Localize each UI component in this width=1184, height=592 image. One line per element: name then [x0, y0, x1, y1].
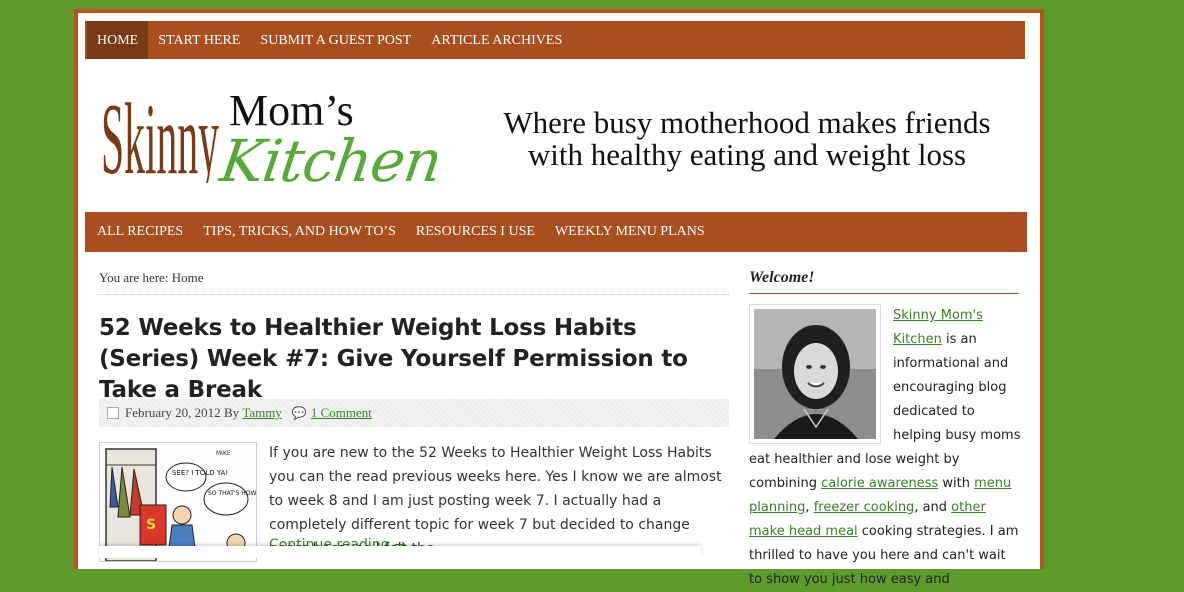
svg-text:S: S — [146, 517, 156, 533]
breadcrumb: You are here: Home — [99, 270, 729, 295]
tagline-line-1: Where busy motherhood makes friends — [503, 105, 991, 140]
nav-home[interactable]: HOME — [87, 21, 149, 59]
site-header: Skinny Mom’s Kitchen Where busy motherho… — [85, 59, 1025, 209]
calendar-icon — [107, 407, 119, 419]
post-meta: February 20, 2012 By Tammy 💬 1 Comment — [99, 399, 729, 427]
freezer-cooking-link[interactable]: freezer cooking — [814, 500, 915, 515]
post-thumbnail[interactable]: S SEE? I TOLD YA! SO THAT'S HOW SHE DOES… — [99, 442, 257, 562]
welcome-text-2: with — [938, 476, 975, 491]
post-title[interactable]: 52 Weeks to Healthier Weight Loss Habits… — [99, 313, 719, 406]
breadcrumb-prefix: You are here: — [99, 270, 172, 285]
tagline-line-2: with healthy eating and weight loss — [527, 137, 967, 172]
calorie-awareness-link[interactable]: calorie awareness — [821, 476, 938, 491]
nav-start-here[interactable]: START HERE — [148, 21, 250, 59]
post-by: By — [223, 405, 240, 420]
welcome-text-4: , and — [914, 500, 952, 515]
avatar-spacer — [749, 304, 893, 434]
comment-icon: 💬 — [291, 405, 307, 420]
logo-kitchen[interactable]: Kitchen — [216, 127, 445, 195]
bottom-shadow — [99, 546, 701, 558]
svg-text:MIKE: MIKE — [216, 450, 231, 457]
post-date: February 20, 2012 — [125, 405, 221, 420]
post-author-link[interactable]: Tammy — [242, 405, 282, 421]
logo-skinny[interactable]: Skinny — [97, 73, 227, 183]
nav-resources[interactable]: RESOURCES I USE — [406, 224, 545, 240]
nav-all-recipes[interactable]: ALL RECIPES — [87, 224, 193, 240]
site-tagline: Where busy motherhood makes friends with… — [467, 107, 1027, 171]
welcome-widget-title: Welcome! — [749, 269, 1019, 294]
welcome-text-3: , — [805, 500, 814, 515]
nav-submit-guest-post[interactable]: SUBMIT A GUEST POST — [250, 21, 421, 59]
breadcrumb-current: Home — [171, 270, 204, 285]
cartoon-image: S SEE? I TOLD YA! SO THAT'S HOW SHE DOES… — [100, 443, 256, 561]
svg-text:Skinny: Skinny — [101, 82, 219, 183]
svg-text:SO THAT'S HOW SHE DOES IT...: SO THAT'S HOW SHE DOES IT... — [208, 490, 256, 497]
svg-text:SEE? I TOLD YA!: SEE? I TOLD YA! — [172, 469, 228, 477]
top-nav: HOME START HERE SUBMIT A GUEST POST ARTI… — [85, 21, 1025, 59]
post-comments-link[interactable]: 1 Comment — [311, 405, 372, 421]
nav-article-archives[interactable]: ARTICLE ARCHIVES — [421, 21, 572, 59]
nav-tips-tricks[interactable]: TIPS, TRICKS, AND HOW TO’S — [193, 224, 406, 240]
category-nav: ALL RECIPES TIPS, TRICKS, AND HOW TO’S R… — [85, 212, 1027, 252]
nav-weekly-menu-plans[interactable]: WEEKLY MENU PLANS — [545, 224, 715, 240]
welcome-widget-text: Skinny Mom's Kitchen is an informational… — [749, 304, 1021, 592]
